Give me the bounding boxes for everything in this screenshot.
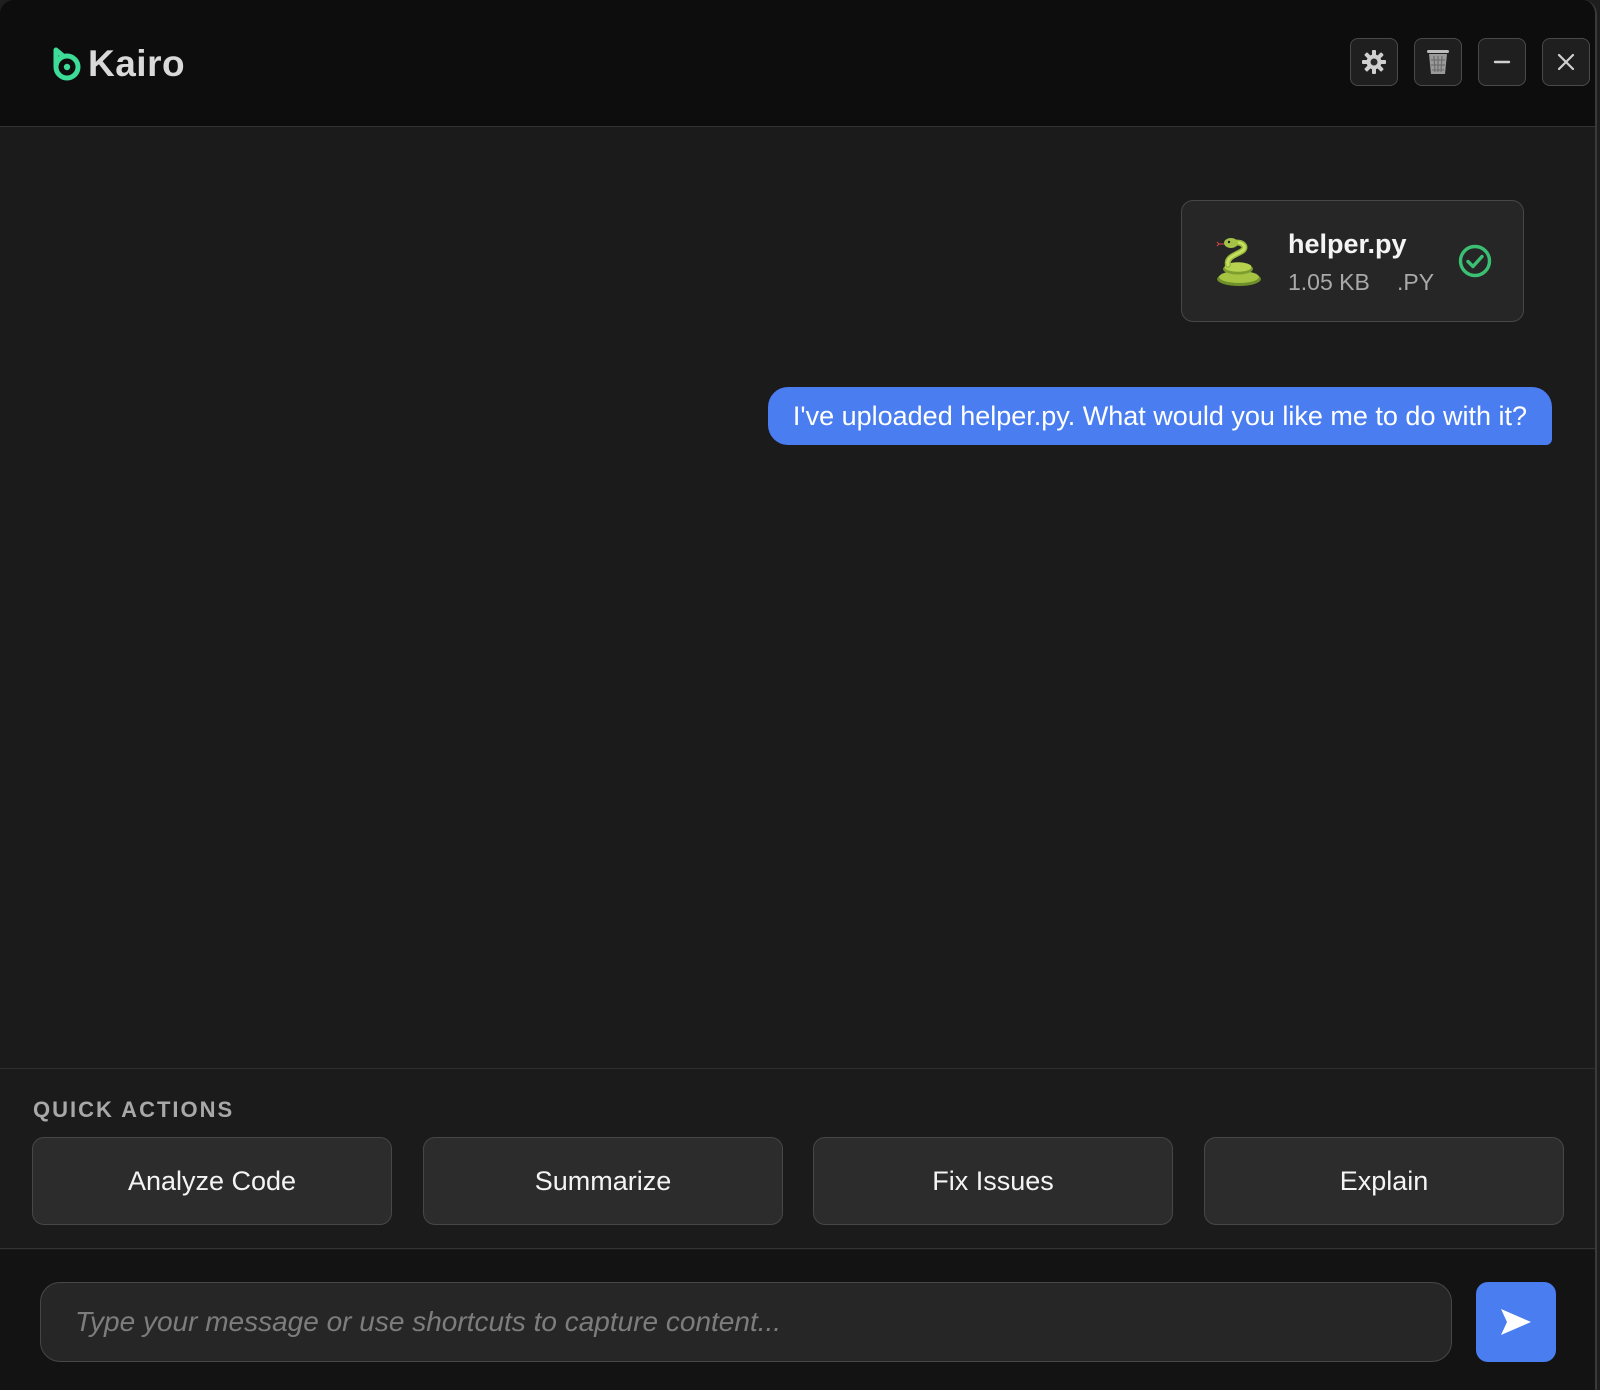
explain-button[interactable]: Explain (1204, 1137, 1564, 1225)
summarize-button[interactable]: Summarize (423, 1137, 783, 1225)
composer (0, 1250, 1595, 1390)
quick-actions-panel: QUICK ACTIONS Analyze Code Summarize Fix… (0, 1068, 1595, 1249)
app-window: Kairo helper.py 1.05 KB .PY I've uploade… (0, 0, 1597, 1390)
minus-icon (1493, 60, 1511, 64)
send-button[interactable] (1476, 1282, 1556, 1362)
title-bar: Kairo (0, 0, 1595, 127)
file-name: helper.py (1288, 229, 1407, 259)
trash-icon (1427, 50, 1449, 74)
settings-button[interactable] (1350, 38, 1398, 86)
user-message-bubble: I've uploaded helper.py. What would you … (767, 387, 1552, 445)
close-button[interactable] (1542, 38, 1590, 86)
brand: Kairo (52, 42, 185, 86)
message-input[interactable] (40, 1282, 1452, 1362)
kairo-logo-icon (53, 47, 81, 81)
clear-chat-button[interactable] (1414, 38, 1462, 86)
quick-actions-label: QUICK ACTIONS (33, 1097, 235, 1122)
check-circle-icon (1458, 244, 1492, 278)
snake-icon (1216, 238, 1261, 286)
fix-issues-button[interactable]: Fix Issues (813, 1137, 1173, 1225)
file-extension: .PY (1397, 269, 1435, 295)
file-attachment-card[interactable]: helper.py 1.05 KB .PY (1181, 200, 1524, 322)
gear-icon (1362, 50, 1386, 74)
app-name: Kairo (88, 43, 186, 84)
chat-area: helper.py 1.05 KB .PY I've uploaded help… (0, 128, 1595, 1068)
send-icon (1501, 1309, 1531, 1335)
analyze-code-button[interactable]: Analyze Code (32, 1137, 392, 1225)
minimize-button[interactable] (1478, 38, 1526, 86)
close-icon (1557, 53, 1575, 71)
file-size: 1.05 KB (1288, 269, 1370, 295)
